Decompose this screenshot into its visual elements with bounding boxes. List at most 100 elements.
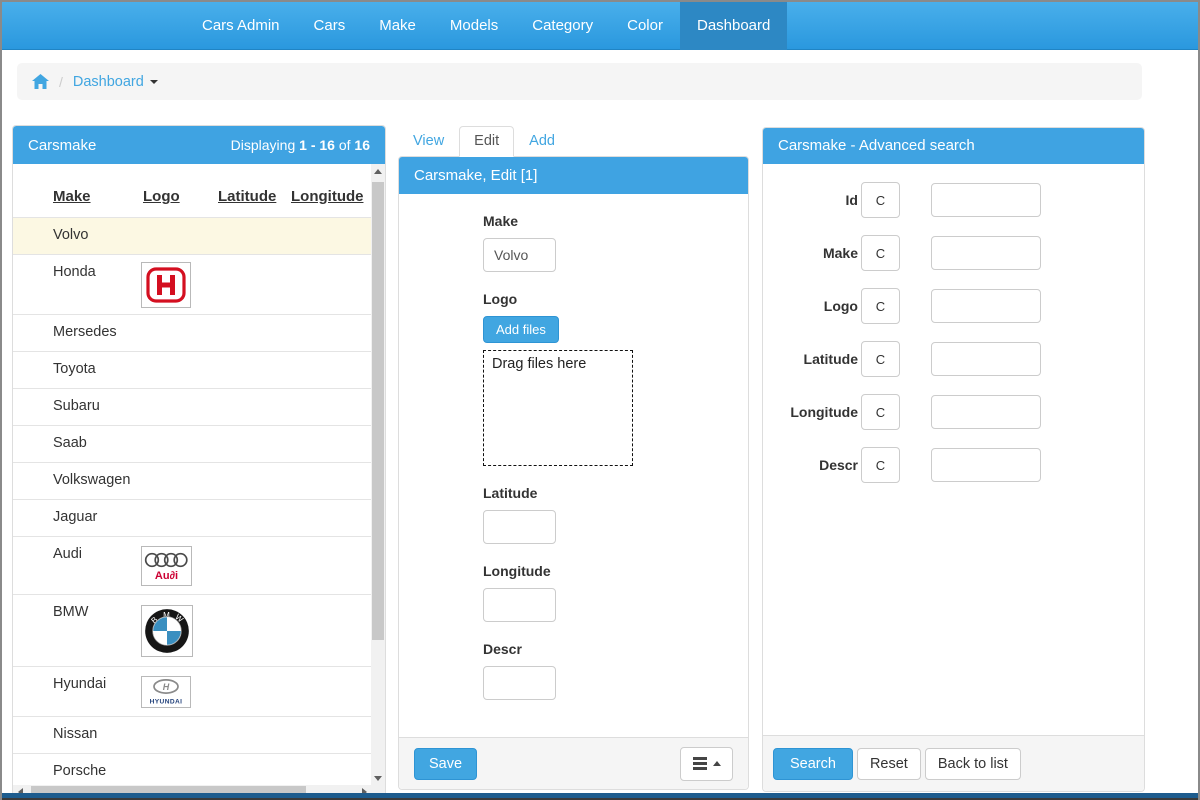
make-field[interactable] — [483, 238, 556, 272]
sort-column-longitude[interactable]: Longitude — [291, 188, 363, 205]
carsmake-list-panel: Carsmake Displaying 1 - 16 of 16 Make Log… — [12, 125, 386, 800]
svg-text:HYUNDAI: HYUNDAI — [150, 698, 183, 705]
breadcrumb: / Dashboard — [17, 63, 1142, 100]
svg-text:H: H — [163, 682, 170, 692]
logo-label: Logo — [483, 291, 733, 307]
nav-item-make[interactable]: Make — [362, 2, 433, 50]
actions-dropup-button[interactable] — [680, 747, 733, 781]
table-row[interactable]: Jaguar — [13, 499, 371, 536]
condition-button-latitude[interactable]: C — [861, 341, 900, 377]
hyundai-logo-icon: H HYUNDAI — [141, 676, 191, 708]
displaying-info: Displaying 1 - 16 of 16 — [231, 137, 370, 153]
edit-form: Make Logo Add files Drag files here Lati… — [399, 194, 748, 737]
make-cell: Porsche — [53, 763, 106, 779]
search-label-logo: Logo — [763, 298, 858, 314]
tab-add[interactable]: Add — [514, 126, 570, 156]
search-input-descr[interactable] — [931, 448, 1041, 482]
nav-item-cars[interactable]: Cars — [297, 2, 363, 50]
make-cell: BMW — [53, 604, 88, 620]
make-cell: Volvo — [53, 227, 88, 243]
search-input-longitude[interactable] — [931, 395, 1041, 429]
table-row[interactable]: Subaru — [13, 388, 371, 425]
advanced-search-panel: Carsmake - Advanced search IdCMakeCLogoC… — [762, 127, 1145, 792]
edit-panel-footer: Save — [399, 737, 748, 789]
vertical-scrollbar-thumb[interactable] — [372, 182, 384, 640]
descr-label: Descr — [483, 641, 733, 657]
audi-logo-icon: Au∂i — [141, 546, 192, 586]
list-panel-title: Carsmake — [28, 137, 96, 154]
search-input-id[interactable] — [931, 183, 1041, 217]
arrow-down-icon — [374, 776, 382, 781]
condition-button-longitude[interactable]: C — [861, 394, 900, 430]
table-row[interactable]: AudiAu∂i — [13, 536, 371, 594]
search-label-descr: Descr — [763, 457, 858, 473]
make-cell: Jaguar — [53, 509, 97, 525]
tab-edit[interactable]: Edit — [459, 126, 514, 157]
table-row[interactable]: Nissan — [13, 716, 371, 753]
make-cell: Toyota — [53, 361, 96, 377]
advanced-search-form: IdCMakeCLogoCLatitudeCLongitudeCDescrC — [763, 164, 1144, 735]
condition-button-make[interactable]: C — [861, 235, 900, 271]
latitude-field[interactable] — [483, 510, 556, 544]
home-icon[interactable] — [32, 74, 49, 90]
latitude-label: Latitude — [483, 485, 733, 501]
search-field-row: IdC — [763, 182, 1144, 218]
nav-item-models[interactable]: Models — [433, 2, 515, 50]
search-input-make[interactable] — [931, 236, 1041, 270]
search-field-row: LatitudeC — [763, 341, 1144, 377]
displaying-total: 16 — [354, 137, 370, 153]
table-row[interactable]: Volvo — [13, 217, 371, 254]
search-input-logo[interactable] — [931, 289, 1041, 323]
search-label-make: Make — [763, 245, 858, 261]
table-row[interactable]: BMW BMW — [13, 594, 371, 666]
table-row[interactable]: Saab — [13, 425, 371, 462]
condition-button-id[interactable]: C — [861, 182, 900, 218]
table-row[interactable]: Volkswagen — [13, 462, 371, 499]
table-row[interactable]: Mersedes — [13, 314, 371, 351]
make-cell: Mersedes — [53, 324, 117, 340]
scroll-up-button[interactable] — [371, 164, 385, 178]
breadcrumb-dashboard-link[interactable]: Dashboard — [73, 74, 158, 90]
add-files-button[interactable]: Add files — [483, 316, 559, 343]
condition-button-descr[interactable]: C — [861, 447, 900, 483]
save-button[interactable]: Save — [414, 748, 477, 780]
displaying-range: 1 - 16 — [299, 137, 335, 153]
bmw-logo-icon: BMW — [141, 605, 193, 657]
make-cell: Hyundai — [53, 676, 106, 692]
sort-column-make[interactable]: Make — [53, 188, 91, 205]
back-to-list-button[interactable]: Back to list — [925, 748, 1021, 780]
nav-item-dashboard[interactable]: Dashboard — [680, 2, 787, 50]
sort-column-latitude[interactable]: Latitude — [218, 188, 276, 205]
table-row[interactable]: Hyundai H HYUNDAI — [13, 666, 371, 716]
edit-panel: Carsmake, Edit [1] Make Logo Add files D… — [398, 156, 749, 790]
bottom-edge — [2, 793, 1198, 800]
editor-tabs: ViewEditAdd — [398, 125, 570, 156]
scroll-down-button[interactable] — [371, 771, 385, 785]
condition-button-logo[interactable]: C — [861, 288, 900, 324]
svg-text:Au∂i: Au∂i — [155, 570, 178, 582]
search-button[interactable]: Search — [773, 748, 853, 780]
search-input-latitude[interactable] — [931, 342, 1041, 376]
search-field-row: LogoC — [763, 288, 1144, 324]
search-label-latitude: Latitude — [763, 351, 858, 367]
table-row[interactable]: Porsche — [13, 753, 371, 785]
search-label-id: Id — [763, 192, 858, 208]
nav-item-category[interactable]: Category — [515, 2, 610, 50]
advanced-search-title: Carsmake - Advanced search — [763, 128, 1144, 164]
table-row[interactable]: Honda — [13, 254, 371, 314]
top-navbar: Cars AdminCarsMakeModelsCategoryColorDas… — [2, 2, 1198, 50]
table-row[interactable]: Toyota — [13, 351, 371, 388]
nav-item-color[interactable]: Color — [610, 2, 680, 50]
nav-item-cars-admin[interactable]: Cars Admin — [185, 2, 297, 50]
sort-column-logo[interactable]: Logo — [143, 188, 180, 205]
reset-button[interactable]: Reset — [857, 748, 921, 780]
caret-up-icon — [713, 761, 721, 766]
descr-field[interactable] — [483, 666, 556, 700]
longitude-field[interactable] — [483, 588, 556, 622]
chevron-down-icon — [150, 80, 158, 84]
vertical-scrollbar[interactable] — [371, 164, 385, 785]
file-dropzone[interactable]: Drag files here — [483, 350, 633, 466]
tab-view[interactable]: View — [398, 126, 459, 156]
make-label: Make — [483, 213, 733, 229]
carsmake-table: MakeLogoLatitudeLongitudeDescr VolvoHond… — [13, 164, 371, 785]
